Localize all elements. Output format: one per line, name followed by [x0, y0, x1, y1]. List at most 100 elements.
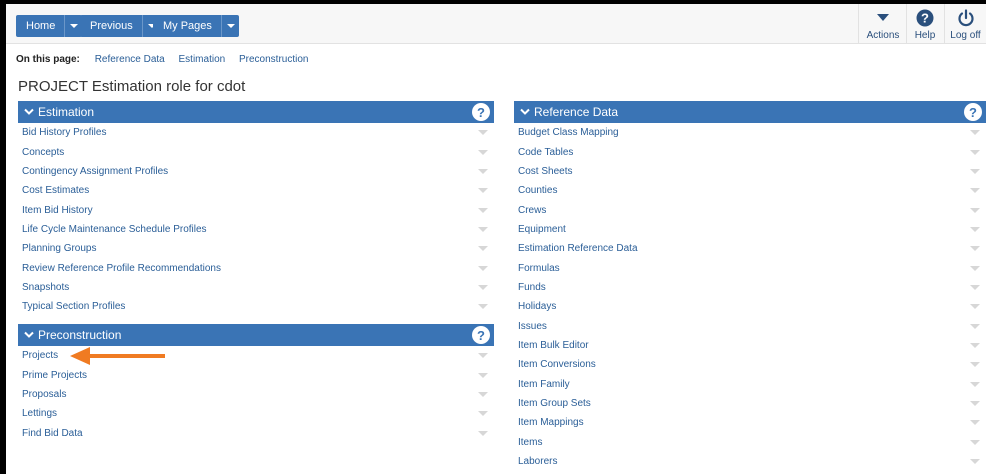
list-item-label[interactable]: Planning Groups	[22, 243, 97, 254]
list-item-label[interactable]: Laborers	[518, 456, 557, 467]
chevron-down-icon[interactable]	[970, 226, 980, 232]
list-item-label[interactable]: Concepts	[22, 147, 64, 158]
chevron-down-icon[interactable]	[970, 459, 980, 465]
logoff-button[interactable]: Log off	[947, 8, 984, 41]
list-item[interactable]: Item Group Sets	[514, 394, 986, 413]
chevron-down-icon[interactable]	[478, 430, 488, 436]
chevron-down-icon[interactable]	[970, 304, 980, 310]
chevron-down-icon[interactable]	[970, 207, 980, 213]
my-pages-button[interactable]: My Pages	[153, 15, 239, 37]
list-item[interactable]: Item Bulk Editor	[514, 336, 986, 355]
list-item[interactable]: Item Bid History	[18, 200, 494, 219]
list-item-label[interactable]: Item Group Sets	[518, 398, 591, 409]
chevron-down-icon[interactable]	[478, 130, 488, 136]
link-reference-data[interactable]: Reference Data	[95, 54, 165, 65]
list-item-label[interactable]: Crews	[518, 205, 546, 216]
chevron-down-icon[interactable]	[478, 284, 488, 290]
chevron-down-icon[interactable]	[970, 323, 980, 329]
chevron-down-icon[interactable]	[970, 420, 980, 426]
chevron-down-icon[interactable]	[970, 381, 980, 387]
list-item[interactable]: Life Cycle Maintenance Schedule Profiles	[18, 220, 494, 239]
chevron-down-icon[interactable]	[970, 400, 980, 406]
previous-button[interactable]: Previous	[80, 15, 160, 37]
list-item-label[interactable]: Holidays	[518, 301, 556, 312]
my-pages-dropdown-icon[interactable]	[220, 15, 239, 37]
list-item-label[interactable]: Item Conversions	[518, 359, 596, 370]
list-item-label[interactable]: Cost Estimates	[22, 185, 89, 196]
list-item-label[interactable]: Bid History Profiles	[22, 127, 106, 138]
list-item[interactable]: Holidays	[514, 297, 986, 316]
list-item-label[interactable]: Items	[518, 437, 542, 448]
list-item-label[interactable]: Item Bid History	[22, 205, 93, 216]
chevron-down-icon[interactable]	[970, 168, 980, 174]
list-item[interactable]: Prime Projects	[18, 365, 494, 384]
list-item[interactable]: Cost Sheets	[514, 162, 986, 181]
chevron-down-icon[interactable]	[478, 391, 488, 397]
chevron-down-icon[interactable]	[970, 188, 980, 194]
list-item[interactable]: Formulas	[514, 258, 986, 277]
list-item-label[interactable]: Cost Sheets	[518, 166, 572, 177]
chevron-down-icon[interactable]	[478, 372, 488, 378]
link-estimation[interactable]: Estimation	[179, 54, 226, 65]
chevron-down-icon[interactable]	[970, 362, 980, 368]
list-item[interactable]: Funds	[514, 278, 986, 297]
list-item-label[interactable]: Projects	[22, 350, 58, 361]
estimation-panel-header[interactable]: Estimation ?	[18, 101, 494, 123]
list-item-label[interactable]: Funds	[518, 282, 546, 293]
list-item[interactable]: Proposals	[18, 385, 494, 404]
list-item-label[interactable]: Formulas	[518, 263, 560, 274]
chevron-down-icon[interactable]	[970, 342, 980, 348]
list-item-label[interactable]: Prime Projects	[22, 370, 87, 381]
list-item-label[interactable]: Item Bulk Editor	[518, 340, 589, 351]
list-item-label[interactable]: Budget Class Mapping	[518, 127, 619, 138]
chevron-down-icon[interactable]	[970, 284, 980, 290]
list-item[interactable]: Planning Groups	[18, 239, 494, 258]
list-item[interactable]: Estimation Reference Data	[514, 239, 986, 258]
list-item[interactable]: Lettings	[18, 404, 494, 423]
preconstruction-panel-header[interactable]: Preconstruction ?	[18, 324, 494, 346]
help-icon[interactable]: ?	[964, 103, 982, 121]
list-item[interactable]: Contingency Assignment Profiles	[18, 162, 494, 181]
list-item[interactable]: Item Mappings	[514, 413, 986, 432]
list-item-label[interactable]: Contingency Assignment Profiles	[22, 166, 168, 177]
chevron-down-icon[interactable]	[478, 411, 488, 417]
list-item-label[interactable]: Lettings	[22, 408, 57, 419]
chevron-down-icon[interactable]	[478, 353, 488, 359]
chevron-down-icon[interactable]	[478, 188, 488, 194]
list-item-label[interactable]: Proposals	[22, 389, 66, 400]
chevron-down-icon[interactable]	[970, 130, 980, 136]
list-item-label[interactable]: Equipment	[518, 224, 566, 235]
link-preconstruction[interactable]: Preconstruction	[239, 54, 308, 65]
home-button[interactable]: Home	[16, 15, 83, 37]
chevron-down-icon[interactable]	[478, 149, 488, 155]
list-item-label[interactable]: Snapshots	[22, 282, 69, 293]
list-item[interactable]: Snapshots	[18, 278, 494, 297]
list-item[interactable]: Item Family	[514, 374, 986, 393]
list-item[interactable]: Cost Estimates	[18, 181, 494, 200]
list-item-label[interactable]: Issues	[518, 321, 547, 332]
list-item[interactable]: Typical Section Profiles	[18, 297, 494, 316]
list-item[interactable]: Laborers	[514, 452, 986, 471]
list-item[interactable]: Item Conversions	[514, 355, 986, 374]
chevron-down-icon[interactable]	[478, 304, 488, 310]
chevron-down-icon[interactable]	[970, 265, 980, 271]
chevron-down-icon[interactable]	[478, 168, 488, 174]
list-item[interactable]: Crews	[514, 200, 986, 219]
help-icon[interactable]: ?	[472, 103, 490, 121]
list-item-label[interactable]: Review Reference Profile Recommendations	[22, 263, 221, 274]
chevron-down-icon[interactable]	[478, 226, 488, 232]
list-item-label[interactable]: Typical Section Profiles	[22, 301, 125, 312]
chevron-down-icon[interactable]	[970, 439, 980, 445]
list-item[interactable]: Equipment	[514, 220, 986, 239]
chevron-down-icon[interactable]	[970, 246, 980, 252]
actions-button[interactable]: Actions	[864, 8, 902, 41]
list-item[interactable]: Code Tables	[514, 142, 986, 161]
chevron-down-icon[interactable]	[478, 246, 488, 252]
list-item-label[interactable]: Estimation Reference Data	[518, 243, 638, 254]
list-item-label[interactable]: Code Tables	[518, 147, 573, 158]
reference-data-panel-header[interactable]: Reference Data ?	[514, 101, 986, 123]
list-item-label[interactable]: Item Mappings	[518, 417, 584, 428]
chevron-down-icon[interactable]	[970, 149, 980, 155]
list-item[interactable]: Counties	[514, 181, 986, 200]
list-item-label[interactable]: Item Family	[518, 379, 570, 390]
